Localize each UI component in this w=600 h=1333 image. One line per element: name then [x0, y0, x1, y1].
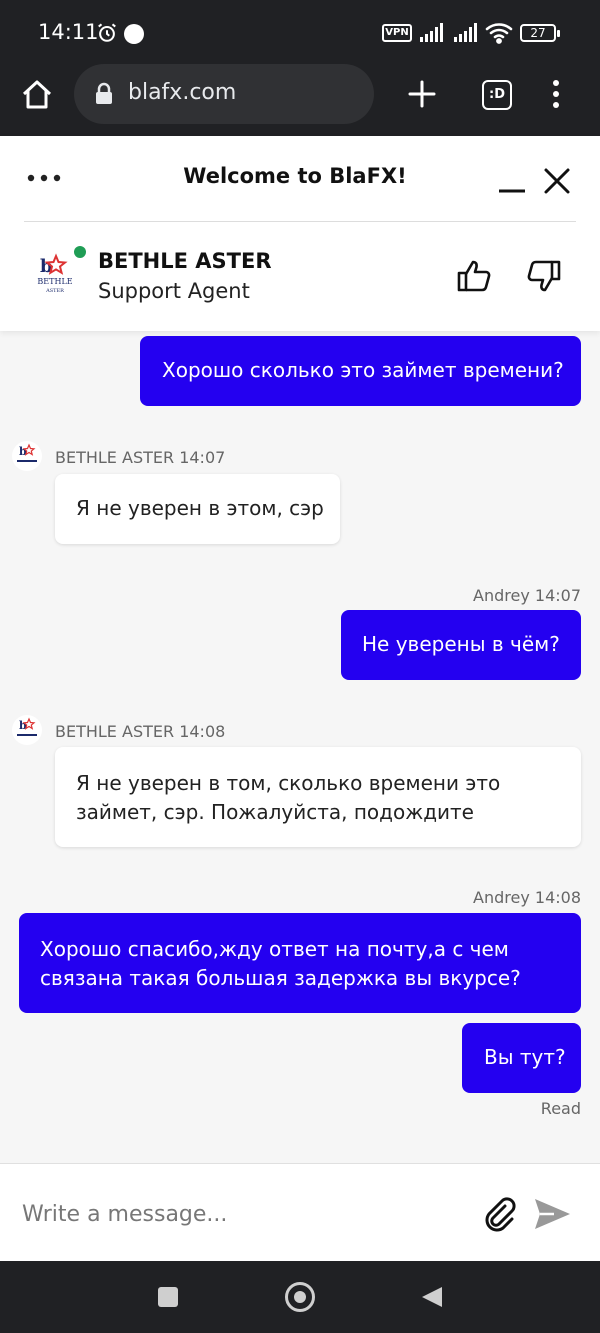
- url-text: blafx.com: [128, 80, 237, 105]
- outgoing-message: Вы тут?: [462, 1023, 581, 1093]
- agent-avatar: b: [12, 715, 42, 745]
- agent-role: Support Agent: [98, 279, 250, 303]
- chat-header: Welcome to BlaFX! b BETHLE ASTER BETHLE …: [0, 136, 600, 331]
- status-bar: 14:11 VPN 27: [0, 0, 600, 64]
- message-text-line: связана такая большая задержка вы вкурсе…: [40, 966, 521, 990]
- back-triangle-icon[interactable]: [420, 1285, 444, 1309]
- svg-text:b: b: [19, 719, 27, 732]
- close-icon[interactable]: [540, 164, 574, 198]
- send-icon[interactable]: [532, 1196, 572, 1232]
- incoming-message: Я не уверен в том, сколько времени это з…: [55, 747, 581, 847]
- system-nav-bar: [0, 1261, 600, 1333]
- message-text: Хорошо сколько это займет времени?: [162, 358, 564, 382]
- outgoing-message: Хорошо сколько это займет времени?: [140, 336, 581, 406]
- header-divider: [24, 221, 576, 222]
- agent-logo-subtext: ASTER: [45, 288, 64, 294]
- message-composer: [0, 1163, 600, 1261]
- agent-avatar: b: [12, 441, 42, 471]
- vpn-icon: VPN: [382, 24, 412, 42]
- notification-dot-icon: [124, 24, 144, 44]
- agent-logo: b BETHLE ASTER: [37, 253, 73, 294]
- menu-kebab-icon[interactable]: [546, 78, 566, 110]
- outgoing-message: Хорошо спасибо,жду ответ на почту,а с че…: [19, 913, 581, 1013]
- alarm-icon: [98, 23, 116, 42]
- agent-name: BETHLE ASTER: [98, 249, 272, 273]
- thumbs-up-icon[interactable]: [456, 258, 494, 294]
- tab-switcher-icon[interactable]: :D: [482, 80, 512, 110]
- battery-icon: 27: [520, 24, 560, 42]
- signal-icon: [420, 23, 443, 42]
- message-meta: BETHLE ASTER 14:07: [55, 448, 226, 467]
- home-icon[interactable]: [20, 78, 54, 112]
- svg-text:b: b: [19, 445, 27, 458]
- message-text: Я не уверен в этом, сэр: [76, 496, 324, 520]
- new-tab-plus-icon[interactable]: [406, 78, 438, 110]
- agent-logo-text: BETHLE: [37, 277, 72, 286]
- thumbs-down-icon[interactable]: [524, 258, 562, 294]
- message-meta: BETHLE ASTER 14:08: [55, 722, 226, 741]
- lock-icon: [96, 82, 112, 104]
- incoming-message: Я не уверен в этом, сэр: [55, 474, 340, 544]
- message-meta: Andrey 14:08: [473, 888, 581, 907]
- message-text: Вы тут?: [484, 1045, 566, 1069]
- signal-icon: [454, 23, 477, 42]
- wifi-icon: [485, 23, 513, 44]
- attach-paperclip-icon[interactable]: [482, 1196, 518, 1232]
- minimize-icon[interactable]: [496, 166, 528, 198]
- message-text-line: Я не уверен в том, сколько времени это: [76, 771, 501, 795]
- browser-toolbar: blafx.com :D: [0, 64, 600, 136]
- message-text-line: займет, сэр. Пожалуйста, подождите: [76, 800, 474, 824]
- message-input[interactable]: [22, 1194, 452, 1234]
- home-circle-icon[interactable]: [285, 1282, 315, 1312]
- message-text-line: Хорошо спасибо,жду ответ на почту,а с че…: [40, 937, 509, 961]
- outgoing-message: Не уверены в чём?: [341, 610, 581, 680]
- read-receipt: Read: [540, 1099, 581, 1118]
- message-list[interactable]: Хорошо сколько это займет времени? b BET…: [0, 331, 600, 1163]
- message-meta: Andrey 14:07: [473, 586, 581, 605]
- message-text: Не уверены в чём?: [362, 632, 560, 656]
- recents-square-icon[interactable]: [158, 1287, 178, 1307]
- status-time: 14:11: [38, 20, 99, 44]
- online-status-dot: [74, 246, 86, 258]
- address-bar[interactable]: blafx.com: [74, 64, 374, 124]
